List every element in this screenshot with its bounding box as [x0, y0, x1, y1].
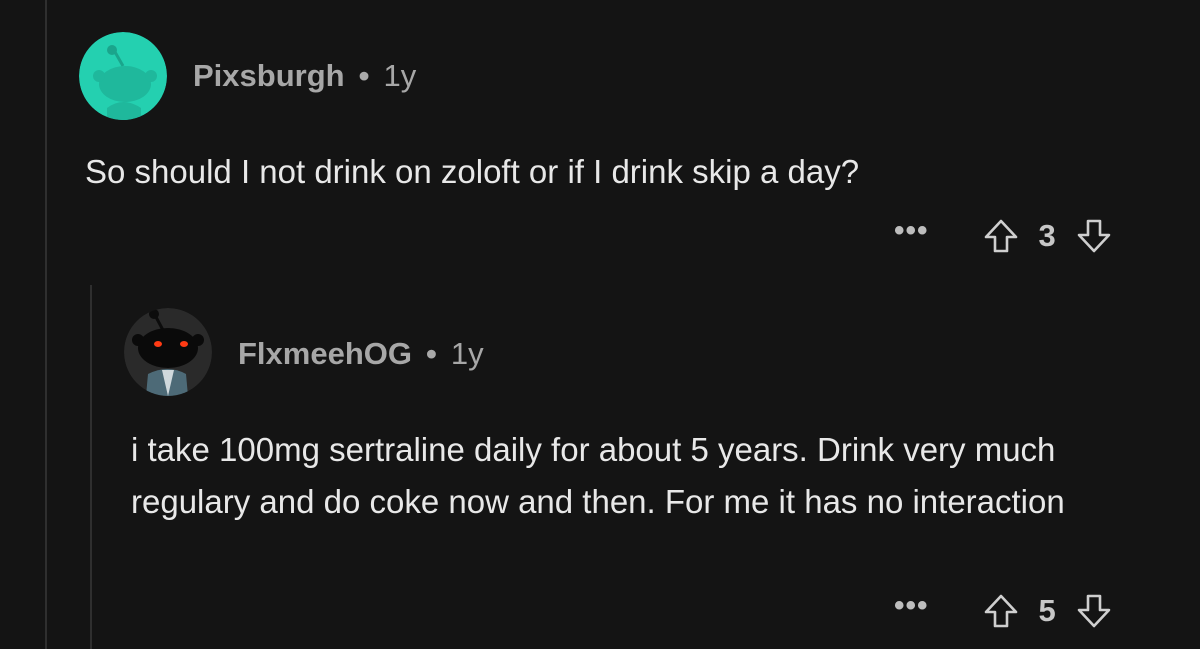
meta-separator: •: [426, 336, 437, 371]
avatar[interactable]: [124, 308, 212, 396]
more-options-button[interactable]: •••: [894, 591, 929, 631]
reply-thread-line[interactable]: [90, 285, 92, 649]
comment-meta: FlxmeehOG • 1y: [238, 336, 484, 372]
vote-score: 3: [1038, 218, 1056, 253]
snoo-avatar-icon: [124, 308, 212, 396]
comment-actions: ••• 5: [894, 586, 1114, 636]
downvote-button[interactable]: [1074, 216, 1114, 256]
upvote-button[interactable]: [981, 591, 1021, 631]
comment-meta: Pixsburgh • 1y: [193, 58, 416, 94]
vote-score: 5: [1038, 593, 1056, 628]
upvote-button[interactable]: [981, 216, 1021, 256]
comment-age: 1y: [383, 58, 417, 93]
more-options-button[interactable]: •••: [894, 216, 929, 256]
snoo-avatar-icon: [79, 32, 167, 120]
comment-actions: ••• 3: [894, 211, 1114, 261]
username[interactable]: Pixsburgh: [193, 58, 345, 94]
downvote-button[interactable]: [1074, 591, 1114, 631]
downvote-arrow-icon: [1077, 219, 1111, 253]
meta-separator: •: [358, 58, 370, 93]
downvote-arrow-icon: [1077, 594, 1111, 628]
username[interactable]: FlxmeehOG: [238, 336, 412, 372]
comment-age: 1y: [450, 336, 484, 371]
avatar[interactable]: [79, 32, 167, 120]
upvote-arrow-icon: [984, 594, 1017, 628]
comment-body: So should I not drink on zoloft or if I …: [85, 153, 860, 190]
thread-line[interactable]: [45, 0, 47, 649]
upvote-arrow-icon: [984, 219, 1017, 253]
comment-body: i take 100mg sertraline daily for about …: [131, 431, 1065, 520]
comment-thread: Pixsburgh • 1y So should I not drink on …: [0, 0, 1200, 649]
